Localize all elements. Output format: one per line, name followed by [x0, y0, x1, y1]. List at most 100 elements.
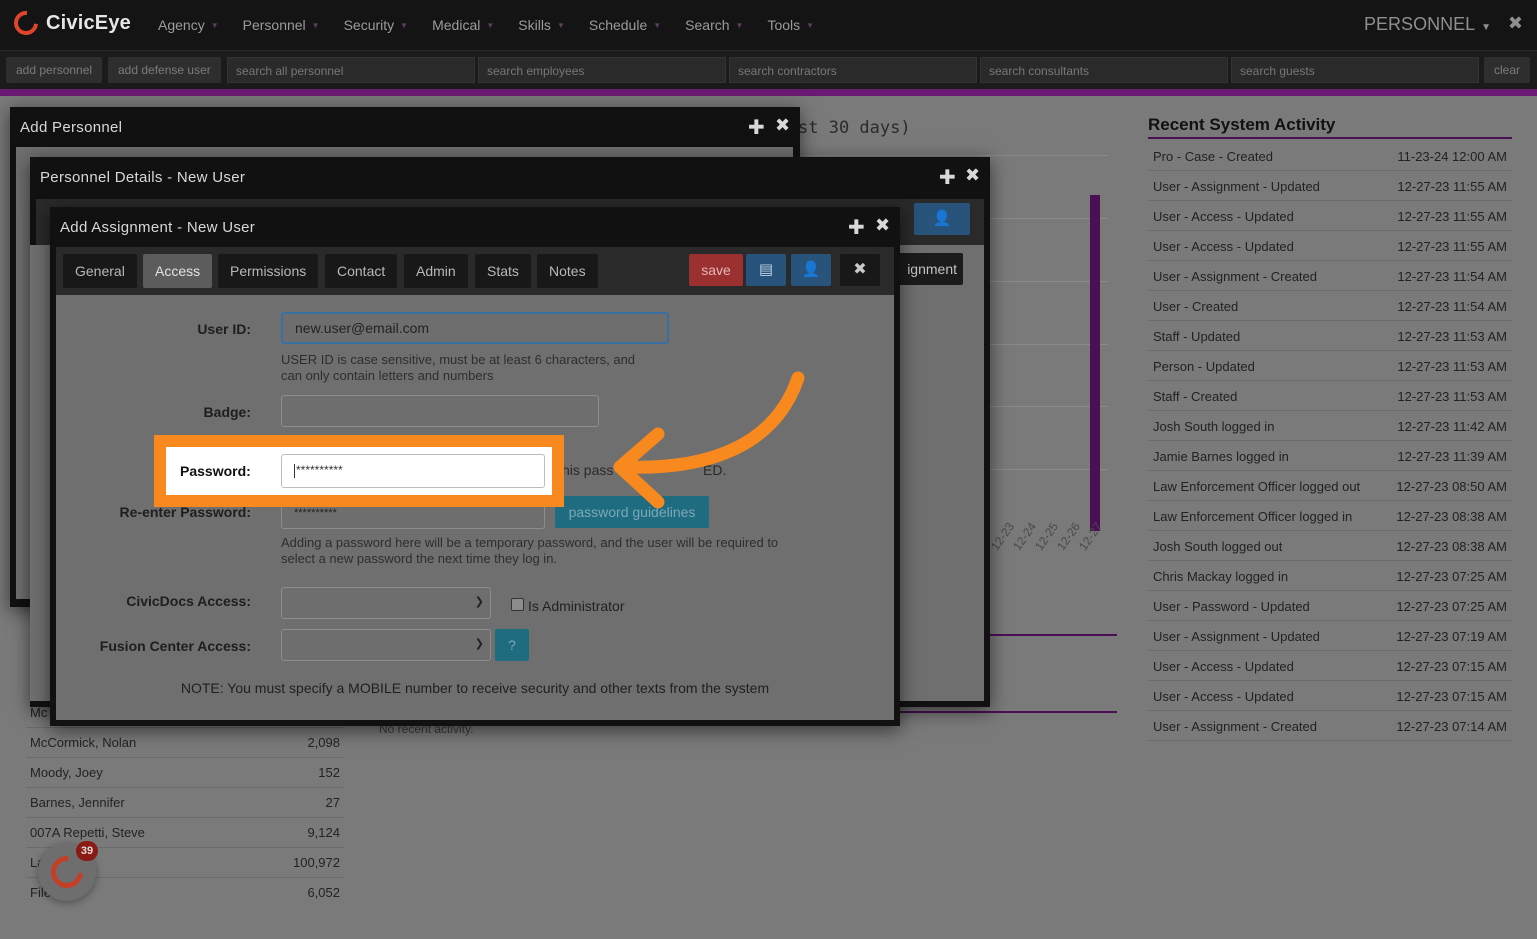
list-item[interactable]: Josh South logged in 12-27-23 11:42 AM [1148, 410, 1512, 441]
close-icon[interactable]: ✖ [875, 215, 890, 236]
chart-bar [1090, 195, 1100, 531]
activity-description: User - Created [1153, 299, 1239, 314]
list-item[interactable]: User - Password - Updated 12-27-23 07:25 … [1148, 590, 1512, 621]
user-id-input[interactable]: new.user@email.com [281, 312, 669, 344]
nav-search[interactable]: Search ▼ [685, 17, 743, 33]
civicdocs-access-select[interactable]: ❯ [281, 587, 491, 619]
list-item[interactable]: Staff - Created 12-27-23 11:53 AM [1148, 380, 1512, 411]
nav-schedule[interactable]: Schedule ▼ [589, 17, 661, 33]
is-administrator-checkbox[interactable] [511, 598, 524, 611]
activity-timestamp: 12-27-23 07:19 AM [1396, 629, 1507, 644]
password-input[interactable]: ********** [281, 454, 545, 488]
row-name: Barnes, Jennifer [30, 795, 125, 810]
user-icon[interactable]: 👤 [791, 254, 831, 286]
list-item[interactable]: User - Access - Updated 12-27-23 07:15 AM [1148, 650, 1512, 681]
nav-tools[interactable]: Tools ▼ [767, 17, 814, 33]
activity-description: User - Assignment - Created [1153, 269, 1318, 284]
activity-timestamp: 12-27-23 08:38 AM [1396, 539, 1507, 554]
activity-timestamp: 12-27-23 07:15 AM [1396, 689, 1507, 704]
activity-timestamp: 12-27-23 11:54 AM [1397, 269, 1507, 284]
list-item[interactable]: Josh South logged out 12-27-23 08:38 AM [1148, 530, 1512, 561]
list-item[interactable]: Chris Mackay logged in 12-27-23 07:25 AM [1148, 560, 1512, 591]
list-item[interactable]: User - Assignment - Updated 12-27-23 11:5… [1148, 170, 1512, 201]
nav-label: Tools [767, 17, 801, 33]
search-guests-input[interactable]: search guests [1231, 57, 1479, 83]
tab-general[interactable]: General [63, 254, 137, 288]
nav-medical[interactable]: Medical ▼ [432, 17, 494, 33]
tab-permissions[interactable]: Permissions [218, 254, 319, 288]
nav-security[interactable]: Security ▼ [344, 17, 409, 33]
list-item[interactable]: User - Assignment - Updated 12-27-23 07:1… [1148, 620, 1512, 651]
row-value: 9,124 [307, 825, 340, 840]
activity-timestamp: 12-27-23 11:54 AM [1397, 299, 1507, 314]
tab-admin[interactable]: Admin [404, 254, 468, 288]
search-all-personnel-input[interactable]: search all personnel [227, 57, 475, 83]
search-contractors-input[interactable]: search contractors [729, 57, 977, 83]
add-personnel-button[interactable]: add personnel [6, 57, 103, 83]
activity-timestamp: 12-27-23 07:25 AM [1396, 569, 1507, 584]
activity-timestamp: 12-27-23 08:38 AM [1396, 509, 1507, 524]
list-item[interactable]: User - Assignment - Created 12-27-23 11:5… [1148, 260, 1512, 291]
module-label: PERSONNEL [1364, 14, 1476, 34]
tab-stats[interactable]: Stats [475, 254, 531, 288]
search-consultants-input[interactable]: search consultants [980, 57, 1228, 83]
close-icon[interactable]: ✖ [1508, 13, 1523, 34]
nav-label: Medical [432, 17, 481, 33]
activity-timestamp: 12-27-23 11:55 AM [1397, 209, 1507, 224]
document-icon[interactable]: ▤ [746, 254, 786, 286]
activity-timestamp: 12-27-23 11:55 AM [1397, 239, 1507, 254]
help-line: select a new password the next time they… [281, 551, 558, 566]
close-icon[interactable]: ✖ [775, 115, 790, 136]
activity-description: User - Access - Updated [1153, 659, 1294, 674]
activity-timestamp: 12-27-23 11:42 AM [1397, 419, 1507, 434]
plus-icon[interactable]: ✚ [848, 215, 865, 240]
tab-notes[interactable]: Notes [537, 254, 598, 288]
help-button[interactable]: ? [495, 629, 529, 661]
chevron-down-icon: ▼ [735, 20, 744, 30]
user-icon[interactable]: 👤 [914, 203, 970, 235]
list-item[interactable]: Law Enforcement Officer logged out 12-27-… [1148, 470, 1512, 501]
civicdocs-access-label: CivicDocs Access: [126, 593, 251, 609]
list-item[interactable]: User - Access - Updated 12-27-23 11:55 AM [1148, 230, 1512, 261]
row-value: 100,972 [293, 855, 340, 870]
list-item[interactable]: User - Access - Updated 12-27-23 07:15 AM [1148, 680, 1512, 711]
list-item[interactable]: User - Access - Updated 12-27-23 11:55 AM [1148, 200, 1512, 231]
list-item[interactable]: User - Assignment - Created 12-27-23 07:1… [1148, 710, 1512, 741]
list-item[interactable]: Person - Updated 12-27-23 11:53 AM [1148, 350, 1512, 381]
close-icon[interactable]: ✖ [840, 254, 880, 286]
tab-access[interactable]: Access [143, 254, 213, 288]
activity-description: Staff - Updated [1153, 329, 1241, 344]
chart-title: st 30 days) [798, 118, 911, 138]
table-row: Moody, Joey 152 [26, 757, 344, 788]
nav-personnel[interactable]: Personnel ▼ [243, 17, 320, 33]
clear-button[interactable]: clear [1484, 57, 1531, 83]
chart-gridline [790, 155, 1108, 156]
list-item[interactable]: Law Enforcement Officer logged in 12-27-2… [1148, 500, 1512, 531]
list-item[interactable]: Jamie Barnes logged in 12-27-23 11:39 AM [1148, 440, 1512, 471]
activity-timestamp: 12-27-23 11:55 AM [1397, 179, 1507, 194]
activity-description: Staff - Created [1153, 389, 1238, 404]
activity-description: User - Access - Updated [1153, 209, 1294, 224]
nav-skills[interactable]: Skills ▼ [518, 17, 565, 33]
list-item[interactable]: Staff - Updated 12-27-23 11:53 AM [1148, 320, 1512, 351]
badge-input[interactable] [281, 395, 599, 427]
password-label: Password: [180, 463, 251, 479]
close-icon[interactable]: ✖ [965, 165, 980, 186]
list-item[interactable]: Pro - Case - Created 11-23-24 12:00 AM [1148, 140, 1512, 171]
table-row: Barnes, Jennifer 27 [26, 787, 344, 818]
app-logo[interactable]: CivicEye [9, 6, 131, 40]
add-defense-user-button[interactable]: add defense user [108, 57, 221, 83]
chevron-down-icon: ❯ [474, 596, 484, 608]
list-item[interactable]: User - Created 12-27-23 11:54 AM [1148, 290, 1512, 321]
activity-timestamp: 12-27-23 07:25 AM [1396, 599, 1507, 614]
save-button[interactable]: save [689, 254, 743, 286]
nav-agency[interactable]: Agency ▼ [158, 17, 219, 33]
module-switcher[interactable]: PERSONNEL ▼ [1364, 14, 1491, 35]
plus-icon[interactable]: ✚ [748, 115, 765, 140]
search-employees-input[interactable]: search employees [478, 57, 726, 83]
tab-contact[interactable]: Contact [325, 254, 398, 288]
plus-icon[interactable]: ✚ [939, 165, 956, 190]
assignment-button[interactable]: ignment [897, 253, 963, 285]
fusion-center-access-select[interactable]: ❯ [281, 629, 491, 661]
activity-timestamp: 12-27-23 11:53 AM [1397, 389, 1507, 404]
